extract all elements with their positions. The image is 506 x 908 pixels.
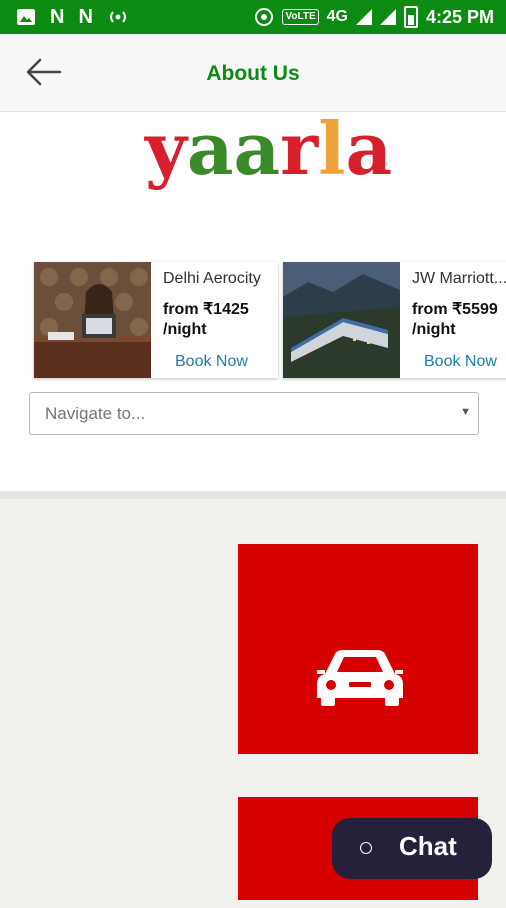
hotel-price-amount: from ₹1425 (163, 301, 249, 318)
status-bar-left: N N (16, 7, 127, 27)
yaarla-logo: yaarla (145, 104, 392, 194)
status-bar-right: VoLTE 4G 4:25 PM (254, 6, 494, 28)
dropdown-arrow-icon: ▼ (460, 406, 471, 418)
signal-icon (379, 9, 396, 25)
chat-bubble-icon (360, 842, 372, 854)
clock: 4:25 PM (425, 6, 494, 27)
logo-letter: a (233, 106, 281, 191)
volte-badge: VoLTE (282, 9, 319, 25)
app-bar: About Us (0, 34, 506, 112)
hotel-price-unit: /night (163, 321, 207, 338)
navigate-select[interactable]: Navigate to... ▼ (29, 392, 479, 435)
hotel-carousel[interactable]: Delhi Aerocity from ₹1425 /night Book No… (34, 262, 506, 380)
chat-button[interactable]: Chat (332, 818, 492, 879)
hotspot-icon (107, 7, 127, 27)
navigate-select-placeholder: Navigate to... (45, 404, 146, 423)
chat-button-label: Chat (399, 831, 457, 861)
signal-icon (355, 9, 372, 25)
logo-letter: y (145, 106, 187, 191)
hotel-name: Delhi Aerocity (163, 270, 261, 287)
page-title: About Us (206, 62, 300, 85)
image-icon (16, 7, 36, 27)
hotel-price-amount: from ₹5599 (412, 301, 498, 318)
hotel-price: from ₹5599 /night (412, 300, 498, 340)
n-notification-icon: N (50, 6, 65, 28)
hotel-card[interactable]: Delhi Aerocity from ₹1425 /night Book No… (34, 262, 278, 378)
hotel-price-unit: /night (412, 321, 456, 338)
car-icon (317, 650, 403, 706)
logo-letter: r (280, 106, 319, 191)
logo-letter: a (345, 106, 393, 191)
hotel-card[interactable]: JW Marriott... from ₹5599 /night Book No… (283, 262, 506, 378)
network-type: 4G (326, 8, 348, 25)
n-notification-icon: N (78, 6, 93, 28)
hotel-price: from ₹1425 /night (163, 300, 249, 340)
status-bar: N N VoLTE 4G 4:25 PM (0, 0, 506, 34)
hotel-name: JW Marriott... (412, 270, 506, 287)
hotel-image (283, 262, 400, 378)
logo-letter: a (186, 106, 234, 191)
battery-icon (403, 6, 418, 28)
logo-letter: l (318, 106, 346, 191)
book-now-link[interactable]: Book Now (424, 353, 497, 371)
wifi-calling-icon (254, 7, 274, 27)
hotel-image (34, 262, 151, 378)
book-now-link[interactable]: Book Now (175, 353, 248, 371)
